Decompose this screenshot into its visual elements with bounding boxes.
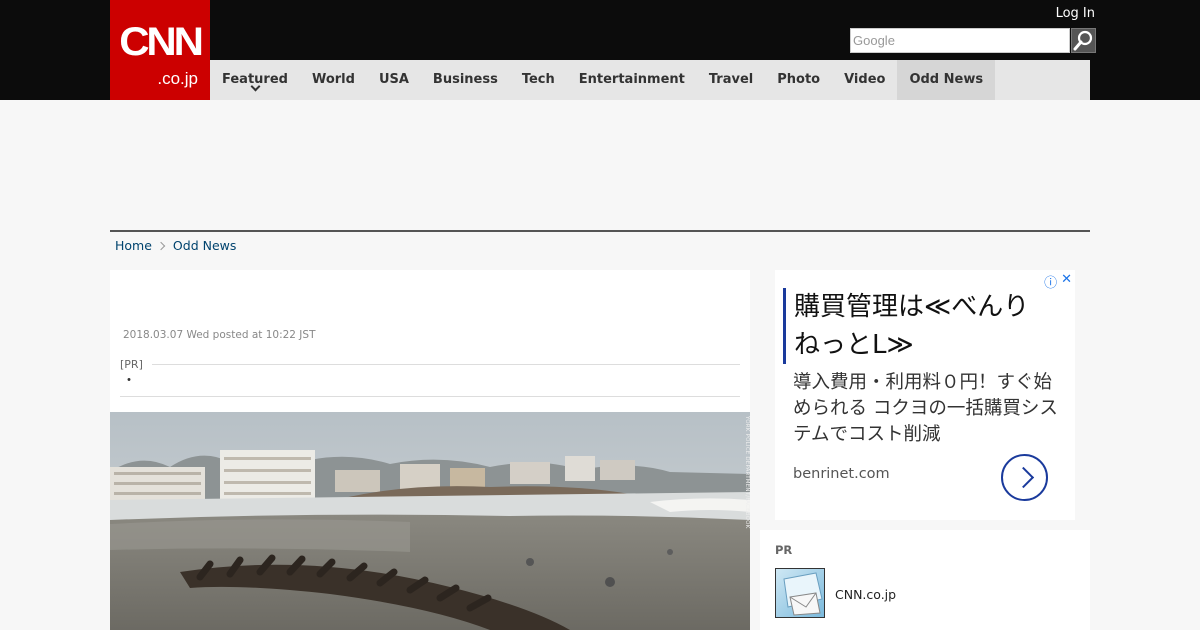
nav-item-entertainment[interactable]: Entertainment [567, 60, 697, 100]
pr-box-title: PR [775, 543, 793, 557]
logo-suffix: .co.jp [157, 69, 198, 88]
search-button[interactable] [1071, 28, 1096, 53]
info-icon[interactable]: ⓘ [1044, 272, 1057, 291]
chevron-right-icon[interactable] [1001, 454, 1048, 501]
sidebar-ad[interactable]: ⓘ ✕ 購買管理は≪べんりねっとL≫ 導入費用・利用料０円！すぐ始められる コク… [775, 270, 1075, 520]
login-link[interactable]: Log In [1056, 6, 1095, 21]
nav-item-travel[interactable]: Travel [697, 60, 765, 100]
pr-text-link[interactable]: ・ [122, 370, 136, 390]
article-card: 2018.03.07 Wed posted at 10:22 JST [PR] … [110, 270, 750, 630]
nav-item-label: World [311, 72, 355, 87]
nav-item-label: USA [378, 72, 409, 87]
chevron-right-icon [156, 241, 166, 250]
close-icon[interactable]: ✕ [1061, 272, 1072, 291]
nav-item-world[interactable]: World [300, 60, 367, 100]
main-nav: Featured World USA Business Tech Entertainmen… [210, 60, 1090, 100]
nav-item-featured[interactable]: Featured [210, 60, 300, 100]
pr-divider [152, 364, 740, 365]
ad-headline[interactable]: 購買管理は≪べんりねっとL≫ [783, 288, 1043, 364]
breadcrumb: Home Odd News [115, 238, 236, 253]
breadcrumb-home[interactable]: Home [115, 238, 152, 253]
ad-domain: benrinet.com [793, 466, 890, 482]
pr-item-link[interactable]: CNN.co.jp [835, 587, 896, 602]
nav-item-label: Photo [777, 72, 821, 87]
pr-box: PR CNN.co.jp [760, 530, 1090, 630]
nav-item-video[interactable]: Video [832, 60, 897, 100]
ad-controls: ⓘ ✕ [1044, 272, 1072, 291]
nav-item-tech[interactable]: Tech [510, 60, 567, 100]
logo-text: CNN [119, 20, 204, 64]
ad-body: 導入費用・利用料０円！すぐ始められる コクヨの一括購買システムでコスト削減 [793, 372, 1058, 445]
breadcrumb-odd-news[interactable]: Odd News [173, 238, 236, 253]
envelope-icon [783, 572, 823, 616]
nav-item-business[interactable]: Business [421, 60, 510, 100]
content-divider [110, 230, 1090, 232]
cnn-logo[interactable]: CNN .co.jp [110, 0, 210, 100]
nav-item-photo[interactable]: Photo [765, 60, 832, 100]
nav-item-label: Odd News [909, 72, 984, 87]
search-icon [1073, 30, 1093, 51]
nav-item-label: Travel [708, 72, 754, 87]
article-photo [110, 412, 750, 630]
nav-item-label: Business [432, 72, 498, 87]
article-dateline: 2018.03.07 Wed posted at 10:22 JST [123, 329, 316, 341]
nav-item-label: Entertainment [578, 72, 685, 87]
top-bar: CNN .co.jp Log In Google Featured World US… [0, 0, 1200, 100]
nav-item-usa[interactable]: USA [367, 60, 421, 100]
photo-credit: YORK POLICE DEPARTMENT/FACEBOOK [744, 416, 750, 529]
pr-thumbnail[interactable] [775, 568, 825, 618]
nav-item-label: Tech [521, 72, 555, 87]
search-input[interactable]: Google [850, 28, 1070, 53]
nav-item-label: Video [844, 72, 886, 87]
pr-divider-bottom [120, 396, 740, 397]
nav-item-odd-news[interactable]: Odd News [897, 60, 996, 100]
